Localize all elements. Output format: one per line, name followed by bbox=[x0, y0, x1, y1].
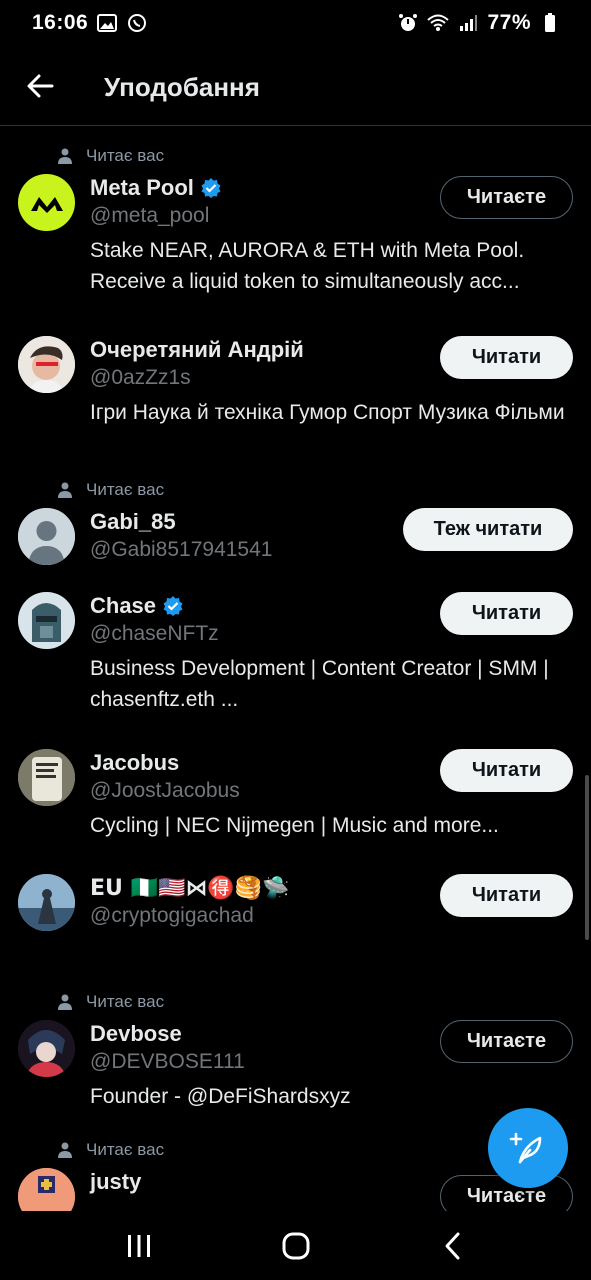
wifi-icon bbox=[427, 13, 450, 33]
user-name[interactable]: Jacobus bbox=[90, 750, 179, 776]
avatar[interactable] bbox=[18, 592, 75, 649]
user-bio: Business Development | Content Creator |… bbox=[90, 657, 549, 711]
user-cell[interactable]: Читає вас Meta Pool @meta_pool Stake NEA… bbox=[0, 126, 591, 312]
follows-you-indicator: Читає вас bbox=[58, 480, 573, 500]
user-bio: Ігри Наука й техніка Гумор Спорт Музика … bbox=[90, 401, 565, 424]
back-button[interactable] bbox=[22, 68, 58, 104]
avatar[interactable] bbox=[18, 1168, 75, 1211]
avatar[interactable] bbox=[18, 508, 75, 565]
anime-avatar-icon bbox=[18, 1020, 75, 1077]
user-name[interactable]: Gabi_85 bbox=[90, 509, 176, 535]
follow-button[interactable]: Читати bbox=[440, 336, 573, 379]
person-icon bbox=[58, 994, 72, 1010]
user-cell[interactable]: Читає вас Devbose @DEVBOSE111 Founder - … bbox=[0, 972, 591, 1120]
follows-you-label: Читає вас bbox=[86, 1140, 165, 1159]
page-title: Уподобання bbox=[104, 72, 260, 102]
user-name[interactable]: Chase bbox=[90, 593, 156, 619]
user-cell[interactable]: Читає вас Gabi_85 @Gabi8517941541 Теж чи… bbox=[0, 472, 591, 592]
user-bio: Founder - @DeFiShardsxyz bbox=[90, 1085, 351, 1108]
follows-you-label: Читає вас bbox=[86, 992, 165, 1011]
nft-avatar-icon bbox=[18, 592, 75, 649]
profile-photo-icon bbox=[18, 749, 75, 806]
recent-apps-button[interactable] bbox=[109, 1221, 169, 1271]
user-name[interactable]: Devbose bbox=[90, 1021, 182, 1047]
compose-tweet-button[interactable] bbox=[488, 1108, 568, 1188]
chevron-left-icon bbox=[445, 1232, 459, 1259]
home-button[interactable] bbox=[266, 1221, 326, 1271]
person-icon bbox=[58, 482, 72, 498]
follow-button[interactable]: Читати bbox=[440, 874, 573, 917]
follows-you-indicator: Читає вас bbox=[58, 146, 573, 166]
follow-back-button[interactable]: Теж читати bbox=[403, 508, 573, 551]
user-cell[interactable]: Очеретяний Андрій @0azZz1s Ігри Наука й … bbox=[0, 312, 591, 472]
following-button[interactable]: Читаєте bbox=[440, 176, 573, 219]
gallery-icon bbox=[96, 13, 118, 33]
user-bio: Cycling | NEC Nijmegen | Music and more.… bbox=[90, 814, 499, 837]
arrow-left-icon bbox=[27, 74, 54, 98]
user-name[interactable]: Meta Pool bbox=[90, 175, 194, 201]
scrollbar[interactable] bbox=[585, 775, 589, 940]
status-bar: 16:06 77% bbox=[0, 0, 591, 46]
meta-pool-logo-icon bbox=[30, 196, 63, 213]
person-icon bbox=[58, 148, 72, 164]
follows-you-label: Читає вас bbox=[86, 480, 165, 499]
avatar[interactable] bbox=[18, 874, 75, 931]
system-nav-bar bbox=[0, 1211, 591, 1280]
user-cell[interactable]: EU 🇳🇬🇺🇸⋈🉐🥞🛸 @cryptogigachad Читати bbox=[0, 874, 591, 972]
user-name[interactable]: EU 🇳🇬🇺🇸⋈🉐🥞🛸 bbox=[90, 876, 290, 901]
verified-badge-icon bbox=[201, 178, 221, 198]
avatar[interactable] bbox=[18, 174, 75, 231]
viber-icon bbox=[126, 13, 148, 33]
verified-badge-icon bbox=[163, 596, 183, 616]
home-icon bbox=[282, 1232, 309, 1259]
profile-photo-icon bbox=[18, 336, 75, 393]
default-avatar-icon bbox=[18, 508, 75, 565]
follow-button[interactable]: Читати bbox=[440, 749, 573, 792]
battery-icon bbox=[539, 13, 561, 33]
person-icon bbox=[58, 1142, 72, 1158]
following-button[interactable]: Читаєте bbox=[440, 1020, 573, 1063]
battery-percent: 77% bbox=[487, 11, 531, 34]
feather-plus-icon bbox=[509, 1132, 542, 1164]
signal-icon bbox=[457, 13, 479, 33]
user-cell[interactable]: Jacobus @JoostJacobus Cycling | NEC Nijm… bbox=[0, 749, 591, 874]
avatar[interactable] bbox=[18, 1020, 75, 1077]
avatar[interactable] bbox=[18, 336, 75, 393]
user-bio: Stake NEAR, AURORA & ETH with Meta Pool.… bbox=[90, 239, 525, 293]
recents-icon bbox=[127, 1234, 150, 1257]
user-cell[interactable]: Chase @chaseNFTz Business Development | … bbox=[0, 592, 591, 749]
avatar[interactable] bbox=[18, 749, 75, 806]
pixel-avatar-icon bbox=[18, 1168, 75, 1211]
top-app-bar: Уподобання bbox=[0, 46, 591, 126]
user-name[interactable]: justy bbox=[90, 1169, 141, 1195]
profile-photo-icon bbox=[18, 874, 75, 931]
user-name[interactable]: Очеретяний Андрій bbox=[90, 337, 304, 363]
follows-you-label: Читає вас bbox=[86, 146, 165, 165]
status-time: 16:06 bbox=[32, 11, 89, 34]
alarm-icon bbox=[397, 13, 419, 33]
system-back-button[interactable] bbox=[423, 1221, 483, 1271]
follow-button[interactable]: Читати bbox=[440, 592, 573, 635]
user-list: Читає вас Meta Pool @meta_pool Stake NEA… bbox=[0, 126, 591, 1211]
follows-you-indicator: Читає вас bbox=[58, 992, 573, 1012]
